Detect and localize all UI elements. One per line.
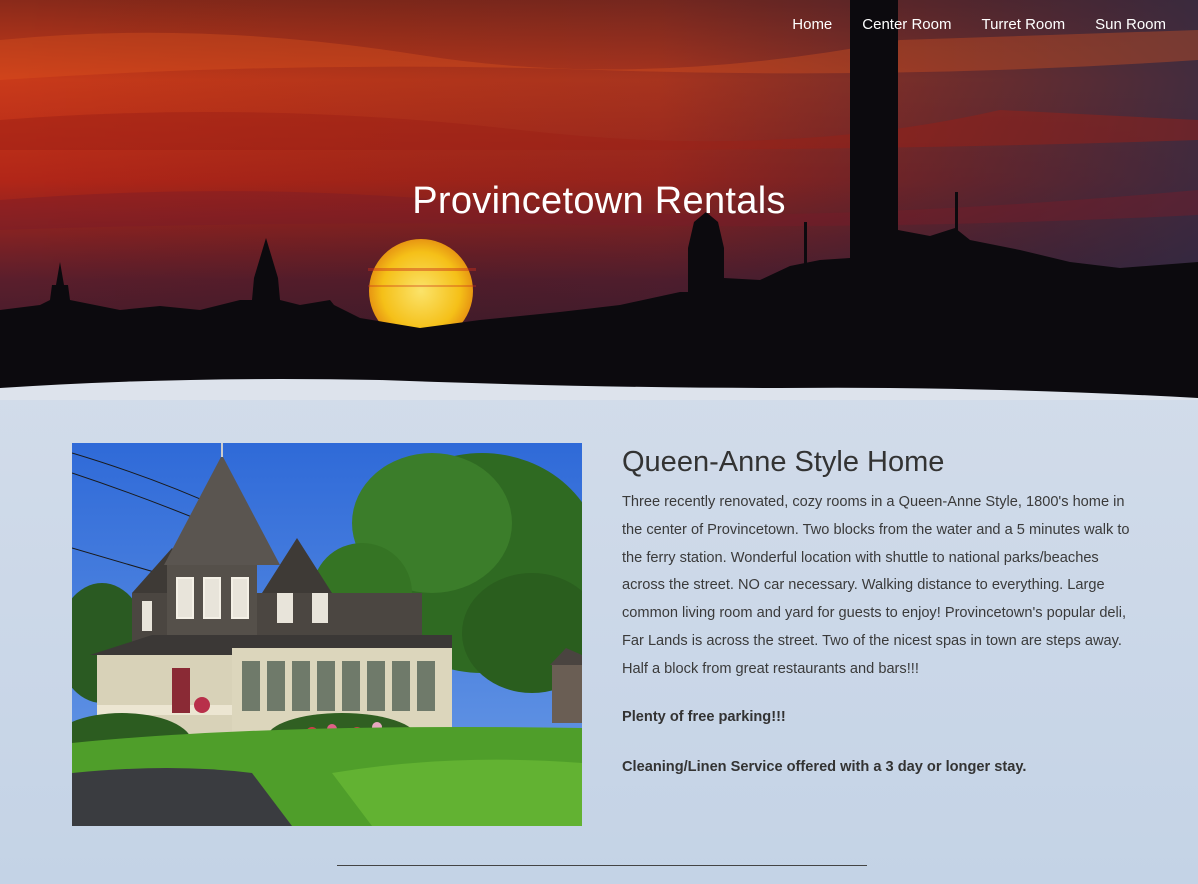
cleaning-note: Cleaning/Linen Service offered with a 3 … <box>622 758 1027 775</box>
nav-home-link[interactable]: Home <box>792 16 832 33</box>
parking-note: Plenty of free parking!!! <box>622 708 786 725</box>
nav-center-room-link[interactable]: Center Room <box>862 16 951 33</box>
nav-sun-room-link[interactable]: Sun Room <box>1095 16 1166 33</box>
section-divider <box>337 865 867 866</box>
listing-heading: Queen-Anne Style Home <box>622 446 945 478</box>
queen-anne-house-image <box>72 443 582 826</box>
nav-turret-room-link[interactable]: Turret Room <box>981 16 1065 33</box>
hero-banner: Home Center Room Turret Room Sun Room Pr… <box>0 0 1198 400</box>
listing-content: Queen-Anne Style Home Three recently ren… <box>622 446 1138 775</box>
house-photo <box>72 443 582 826</box>
main-nav: Home Center Room Turret Room Sun Room <box>792 16 1166 33</box>
site-title: Provincetown Rentals <box>412 180 786 222</box>
listing-description: Three recently renovated, cozy rooms in … <box>622 494 1130 677</box>
